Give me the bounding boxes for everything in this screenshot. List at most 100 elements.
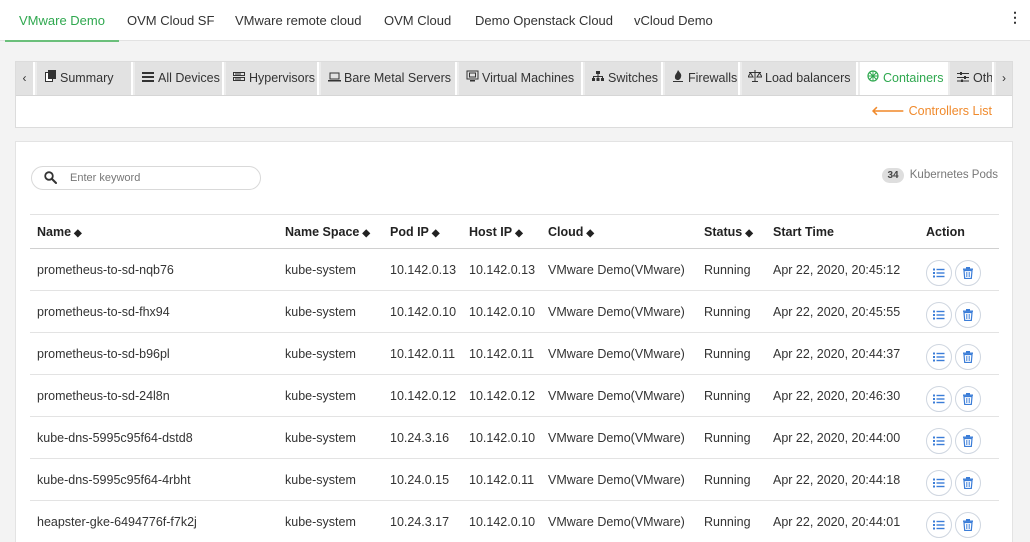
sort-icon: ◆ [431, 227, 440, 239]
details-button[interactable] [926, 511, 952, 538]
start-time-cell: Apr 22, 2020, 20:44:00 [766, 416, 919, 459]
namespace-cell: kube-system [278, 416, 383, 459]
pod-name-cell: prometheus-to-sd-fhx94 [30, 290, 278, 333]
tab-switches[interactable]: Switches [585, 62, 663, 95]
details-button[interactable] [926, 385, 952, 412]
details-button[interactable] [926, 469, 952, 496]
search-input[interactable] [70, 170, 250, 186]
status-cell: Running [697, 290, 766, 333]
table-row: prometheus-to-sd-24l8n kube-system 10.142.… [30, 374, 999, 417]
cloud-cell: VMware Demo(VMware) [541, 374, 697, 417]
table-row: prometheus-to-sd-fhx94 kube-system 10.142.… [30, 290, 999, 333]
pod-ip-cell: 10.24.0.15 [383, 458, 462, 501]
tab-load-balancers[interactable]: Load balancers [742, 62, 858, 95]
pod-ip-cell: 10.142.0.13 [383, 248, 462, 291]
column-header-status[interactable]: Status ◆ [697, 214, 766, 249]
column-header-label: Name [37, 224, 72, 239]
cloud-tab-ovm-cloud-sf[interactable]: OVM Cloud SF [127, 0, 214, 41]
delete-button[interactable] [955, 301, 981, 328]
tab-load-balancers-label: Load balancers [765, 71, 851, 85]
tab-virtual-machines-label: Virtual Machines [482, 71, 575, 85]
table-header-row: Name ◆ Name Space ◆ Pod IP ◆ Host IP ◆ Cloud… [30, 214, 999, 249]
host-ip-cell: 10.142.0.11 [462, 332, 541, 375]
status-cell: Running [697, 458, 766, 501]
host-ip-cell: 10.142.0.10 [462, 416, 541, 459]
column-header-name[interactable]: Name ◆ [30, 214, 278, 249]
pod-name-cell: kube-dns-5995c95f64-4rbht [30, 458, 278, 501]
cloud-cell: VMware Demo(VMware) [541, 458, 697, 501]
cloud-tab-vcloud-demo[interactable]: vCloud Demo [634, 0, 713, 41]
tab-all-devices[interactable]: All Devices [135, 62, 224, 95]
chevron-left-icon: ‹ [22, 71, 27, 85]
sort-icon: ◆ [74, 227, 82, 239]
column-header-host-ip[interactable]: Host IP ◆ [462, 214, 541, 249]
column-header-cloud[interactable]: Cloud ◆ [541, 214, 697, 249]
summary-icon [43, 63, 57, 95]
action-cell [919, 248, 999, 291]
details-button[interactable] [926, 427, 952, 454]
column-header-pod-ip[interactable]: Pod IP ◆ [383, 214, 462, 249]
table-row: kube-dns-5995c95f64-dstd8 kube-system 10.2… [30, 416, 999, 459]
tab-virtual-machines[interactable]: Virtual Machines [459, 62, 583, 95]
tab-containers[interactable]: Containers [860, 62, 948, 95]
category-tab-panel: ‹ Summary All Devices Hypervisors Bare M… [15, 61, 1013, 128]
tab-summary[interactable]: Summary [37, 62, 133, 95]
details-button[interactable] [926, 301, 952, 328]
namespace-cell: kube-system [278, 500, 383, 542]
column-header-label: Cloud [548, 224, 584, 239]
delete-button[interactable] [955, 385, 981, 412]
column-header-label: Start Time [773, 224, 834, 239]
action-cell [919, 332, 999, 375]
pod-name-cell: prometheus-to-sd-b96pl [30, 332, 278, 375]
host-ip-cell: 10.142.0.11 [462, 458, 541, 501]
action-cell [919, 500, 999, 542]
tab-summary-label: Summary [60, 71, 114, 85]
cloud-tab-vmware-remote-cloud[interactable]: VMware remote cloud [235, 0, 361, 41]
search-icon [44, 171, 58, 185]
column-header-namespace[interactable]: Name Space ◆ [278, 214, 383, 249]
column-header-label: Action [926, 224, 965, 239]
tab-scroll-left-button[interactable]: ‹ [16, 62, 35, 95]
pod-name-cell: prometheus-to-sd-24l8n [30, 374, 278, 417]
chevron-right-icon: › [1002, 71, 1006, 85]
cloud-cell: VMware Demo(VMware) [541, 416, 697, 459]
sliders-icon [956, 63, 970, 95]
details-button[interactable] [926, 259, 952, 286]
cloud-tab-demo-openstack-cloud[interactable]: Demo Openstack Cloud [475, 0, 613, 41]
status-cell: Running [697, 374, 766, 417]
tab-other-label: Other I [973, 71, 994, 85]
tab-bare-metal-servers[interactable]: Bare Metal Servers [321, 62, 457, 95]
status-cell: Running [697, 416, 766, 459]
delete-button[interactable] [955, 469, 981, 496]
tab-scroll-right-button[interactable]: › [996, 62, 1012, 95]
delete-button[interactable] [955, 427, 981, 454]
delete-button[interactable] [955, 511, 981, 538]
search-box [31, 166, 261, 190]
status-cell: Running [697, 332, 766, 375]
action-cell [919, 374, 999, 417]
cloud-tab-vmware-demo[interactable]: VMware Demo [5, 0, 119, 42]
host-ip-cell: 10.142.0.13 [462, 248, 541, 291]
column-header-label: Pod IP [390, 224, 429, 239]
action-cell [919, 416, 999, 459]
details-button[interactable] [926, 343, 952, 370]
start-time-cell: Apr 22, 2020, 20:44:37 [766, 332, 919, 375]
controllers-list-label: Controllers List [908, 104, 992, 118]
tab-all-devices-label: All Devices [158, 71, 220, 85]
tab-firewalls[interactable]: Firewalls [665, 62, 740, 95]
cloud-cell: VMware Demo(VMware) [541, 248, 697, 291]
start-time-cell: Apr 22, 2020, 20:44:18 [766, 458, 919, 501]
namespace-cell: kube-system [278, 290, 383, 333]
pod-ip-cell: 10.142.0.11 [383, 332, 462, 375]
pod-ip-cell: 10.142.0.12 [383, 374, 462, 417]
tab-hypervisors[interactable]: Hypervisors [226, 62, 319, 95]
kebab-icon[interactable]: ⋮ [1008, 6, 1022, 32]
delete-button[interactable] [955, 259, 981, 286]
pod-count: 34 Kubernetes Pods [882, 168, 998, 183]
tab-other[interactable]: Other I [950, 62, 994, 95]
pod-name-cell: kube-dns-5995c95f64-dstd8 [30, 416, 278, 459]
controllers-list-link[interactable]: 🡐 Controllers List [871, 104, 992, 119]
cloud-tab-ovm-cloud[interactable]: OVM Cloud [384, 0, 451, 41]
pod-ip-cell: 10.24.3.17 [383, 500, 462, 542]
delete-button[interactable] [955, 343, 981, 370]
